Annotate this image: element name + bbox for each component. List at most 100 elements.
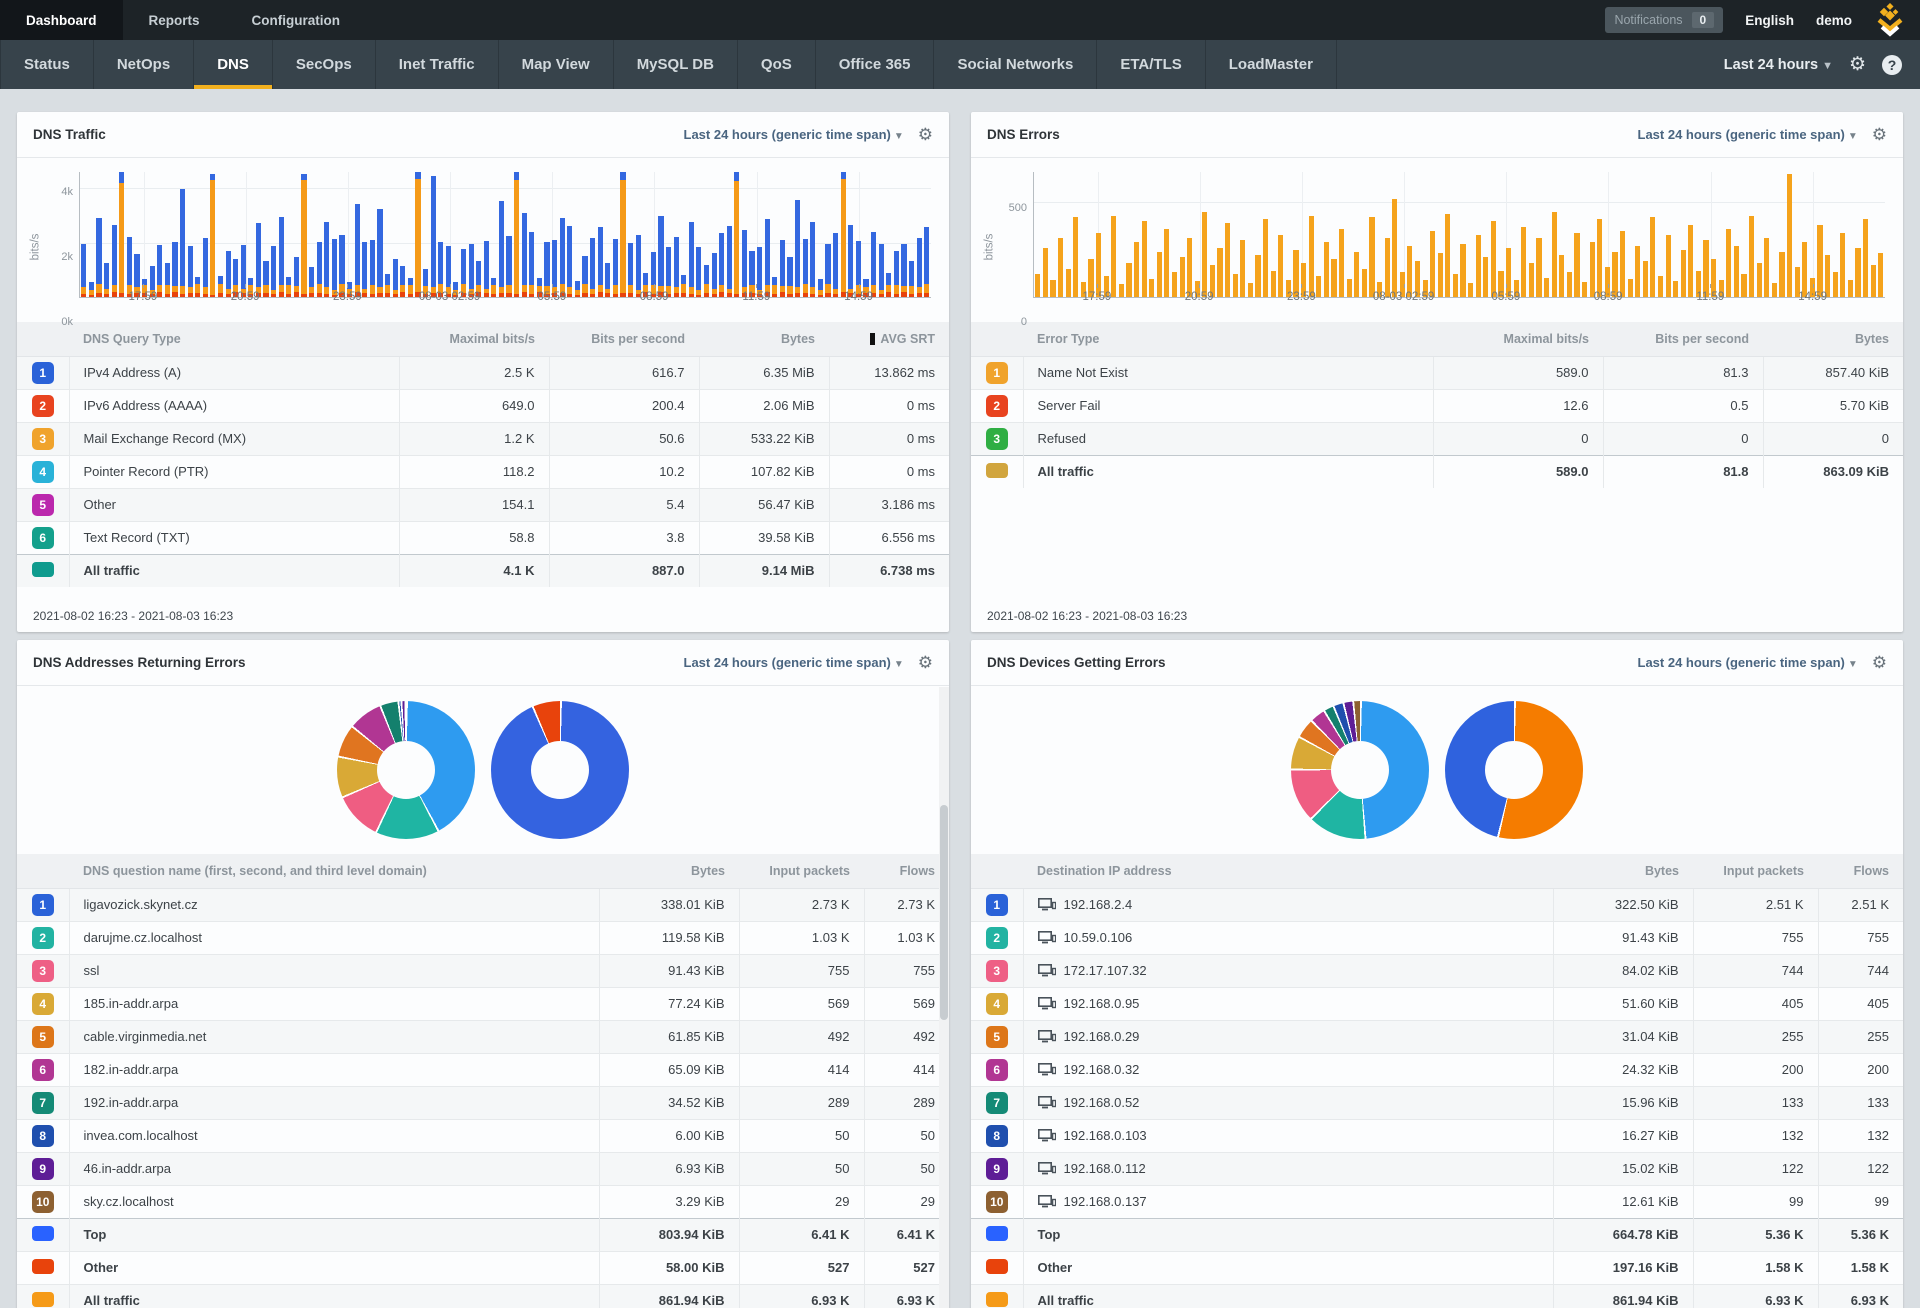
table-row[interactable]: 8invea.com.localhost6.00 KiB5050 bbox=[17, 1119, 949, 1152]
tab-qos[interactable]: QoS bbox=[738, 40, 816, 89]
brand-logo-icon[interactable] bbox=[1874, 3, 1906, 37]
table-row[interactable]: 6Text Record (TXT)58.83.839.58 KiB6.556 … bbox=[17, 521, 949, 554]
column-header[interactable]: Bits per second bbox=[1603, 322, 1763, 356]
tab-netops[interactable]: NetOps bbox=[94, 40, 194, 89]
column-header[interactable]: Bytes bbox=[599, 854, 739, 888]
row-name: Other bbox=[69, 488, 399, 521]
table-row[interactable]: 946.in-addr.arpa6.93 KiB5050 bbox=[17, 1152, 949, 1185]
tab-inet-traffic[interactable]: Inet Traffic bbox=[376, 40, 499, 89]
table-row[interactable]: 1ligavozick.skynet.cz338.01 KiB2.73 K2.7… bbox=[17, 888, 949, 921]
table-row[interactable]: Other58.00 KiB527527 bbox=[17, 1251, 949, 1284]
table-row[interactable]: 2IPv6 Address (AAAA)649.0200.42.06 MiB0 … bbox=[17, 389, 949, 422]
dns-devices-donut-charts bbox=[971, 686, 1903, 854]
tab-eta-tls[interactable]: ETA/TLS bbox=[1097, 40, 1205, 89]
column-header[interactable]: Bits per second bbox=[549, 322, 699, 356]
tab-map-view[interactable]: Map View bbox=[499, 40, 614, 89]
table-row[interactable]: 4Pointer Record (PTR)118.210.2107.82 KiB… bbox=[17, 455, 949, 488]
table-row[interactable]: All traffic589.081.8863.09 KiB bbox=[971, 455, 1903, 488]
row-value: 414 bbox=[739, 1053, 864, 1086]
time-range-dropdown[interactable]: Last 24 hours▼ bbox=[1724, 57, 1833, 73]
gear-icon[interactable]: ⚙ bbox=[1849, 53, 1866, 76]
gear-icon[interactable]: ⚙ bbox=[1872, 653, 1887, 673]
language-menu[interactable]: English bbox=[1745, 13, 1794, 28]
column-header[interactable]: AVG SRT bbox=[829, 322, 949, 356]
table-row[interactable]: 3Mail Exchange Record (MX)1.2 K50.6533.2… bbox=[17, 422, 949, 455]
table-row[interactable]: All traffic4.1 K887.09.14 MiB6.738 ms bbox=[17, 554, 949, 587]
app-tab-reports[interactable]: Reports bbox=[123, 0, 226, 40]
table-row[interactable]: Other197.16 KiB1.58 K1.58 K bbox=[971, 1251, 1903, 1284]
x-axis-tick-label: 08-03 02:59 bbox=[1373, 291, 1434, 303]
table-row[interactable]: Top664.78 KiB5.36 K5.36 K bbox=[971, 1218, 1903, 1251]
user-menu[interactable]: demo bbox=[1816, 13, 1852, 28]
column-header[interactable]: Input packets bbox=[739, 854, 864, 888]
table-row[interactable]: 4192.168.0.9551.60 KiB405405 bbox=[971, 987, 1903, 1020]
table-row[interactable]: 10192.168.0.13712.61 KiB9999 bbox=[971, 1185, 1903, 1218]
column-header[interactable]: Maximal bits/s bbox=[399, 322, 549, 356]
table-row[interactable]: 10sky.cz.localhost3.29 KiB2929 bbox=[17, 1185, 949, 1218]
tab-secops[interactable]: SecOps bbox=[273, 40, 376, 89]
table-row[interactable]: Top803.94 KiB6.41 K6.41 K bbox=[17, 1218, 949, 1251]
table-row[interactable]: 2darujme.cz.localhost119.58 KiB1.03 K1.0… bbox=[17, 921, 949, 954]
column-header[interactable]: Destination IP address bbox=[1023, 854, 1553, 888]
column-header[interactable]: DNS question name (first, second, and th… bbox=[69, 854, 599, 888]
gear-icon[interactable]: ⚙ bbox=[1872, 125, 1887, 145]
table-row[interactable]: 2Server Fail12.60.55.70 KiB bbox=[971, 389, 1903, 422]
table-row[interactable]: 8192.168.0.10316.27 KiB132132 bbox=[971, 1119, 1903, 1152]
column-header[interactable]: Bytes bbox=[699, 322, 829, 356]
column-header[interactable]: DNS Query Type bbox=[69, 322, 399, 356]
column-header[interactable]: Flows bbox=[1818, 854, 1903, 888]
notifications-button[interactable]: Notifications 0 bbox=[1605, 7, 1723, 33]
tab-social-networks[interactable]: Social Networks bbox=[934, 40, 1097, 89]
help-icon[interactable]: ? bbox=[1882, 55, 1902, 75]
tab-status[interactable]: Status bbox=[0, 40, 94, 89]
gear-icon[interactable]: ⚙ bbox=[918, 125, 933, 145]
column-header[interactable]: Error Type bbox=[1023, 322, 1433, 356]
panel-time-span-dropdown[interactable]: Last 24 hours (generic time span)▼ bbox=[1638, 655, 1858, 670]
vertical-scrollbar[interactable] bbox=[939, 687, 949, 1308]
panel-time-span-dropdown[interactable]: Last 24 hours (generic time span)▼ bbox=[1638, 127, 1858, 142]
row-value: 527 bbox=[864, 1251, 949, 1284]
table-row[interactable]: 5cable.virginmedia.net61.85 KiB492492 bbox=[17, 1020, 949, 1053]
tab-loadmaster[interactable]: LoadMaster bbox=[1206, 40, 1337, 89]
table-row[interactable]: 1IPv4 Address (A)2.5 K616.76.35 MiB13.86… bbox=[17, 356, 949, 389]
table-row[interactable]: 1Name Not Exist589.081.3857.40 KiB bbox=[971, 356, 1903, 389]
device-icon bbox=[1038, 1195, 1056, 1208]
scrollbar-thumb[interactable] bbox=[940, 805, 948, 1020]
table-row[interactable]: 6192.168.0.3224.32 KiB200200 bbox=[971, 1053, 1903, 1086]
tab-office-365[interactable]: Office 365 bbox=[816, 40, 935, 89]
table-row[interactable]: All traffic861.94 KiB6.93 K6.93 K bbox=[971, 1284, 1903, 1308]
chevron-down-icon: ▼ bbox=[1822, 60, 1833, 72]
panel-time-span-dropdown[interactable]: Last 24 hours (generic time span)▼ bbox=[684, 127, 904, 142]
column-header[interactable]: Input packets bbox=[1693, 854, 1818, 888]
table-row[interactable]: 7192.in-addr.arpa34.52 KiB289289 bbox=[17, 1086, 949, 1119]
table-row[interactable]: 6182.in-addr.arpa65.09 KiB414414 bbox=[17, 1053, 949, 1086]
column-header[interactable]: Maximal bits/s bbox=[1433, 322, 1603, 356]
gear-icon[interactable]: ⚙ bbox=[918, 653, 933, 673]
column-header[interactable]: Bytes bbox=[1553, 854, 1693, 888]
column-header[interactable]: Flows bbox=[864, 854, 949, 888]
x-axis-tick-label: 11:59 bbox=[742, 291, 770, 303]
table-row[interactable]: 3172.17.107.3284.02 KiB744744 bbox=[971, 954, 1903, 987]
row-value: 3.186 ms bbox=[829, 488, 949, 521]
app-tab-dashboard[interactable]: Dashboard bbox=[0, 0, 123, 40]
column-header[interactable]: Bytes bbox=[1763, 322, 1903, 356]
table-row[interactable]: 1192.168.2.4322.50 KiB2.51 K2.51 K bbox=[971, 888, 1903, 921]
table-row[interactable]: 3Refused000 bbox=[971, 422, 1903, 455]
app-tab-configuration[interactable]: Configuration bbox=[226, 0, 366, 40]
panel-dns-addresses-returning-errors: DNS Addresses Returning Errors Last 24 h… bbox=[17, 640, 949, 1308]
table-row[interactable]: 9192.168.0.11215.02 KiB122122 bbox=[971, 1152, 1903, 1185]
table-row[interactable]: 7192.168.0.5215.96 KiB133133 bbox=[971, 1086, 1903, 1119]
sort-indicator-icon bbox=[870, 333, 875, 345]
row-value: 133 bbox=[1818, 1086, 1903, 1119]
table-row[interactable]: 4185.in-addr.arpa77.24 KiB569569 bbox=[17, 987, 949, 1020]
table-row[interactable]: 5192.168.0.2931.04 KiB255255 bbox=[971, 1020, 1903, 1053]
table-row[interactable]: 210.59.0.10691.43 KiB755755 bbox=[971, 921, 1903, 954]
tab-dns[interactable]: DNS bbox=[194, 40, 273, 89]
tab-mysql-db[interactable]: MySQL DB bbox=[614, 40, 738, 89]
table-row[interactable]: 3ssl91.43 KiB755755 bbox=[17, 954, 949, 987]
row-value: 56.47 KiB bbox=[699, 488, 829, 521]
table-row[interactable]: 5Other154.15.456.47 KiB3.186 ms bbox=[17, 488, 949, 521]
panel-time-span-dropdown[interactable]: Last 24 hours (generic time span)▼ bbox=[684, 655, 904, 670]
rank-badge: 7 bbox=[32, 1092, 54, 1114]
table-row[interactable]: All traffic861.94 KiB6.93 K6.93 K bbox=[17, 1284, 949, 1308]
